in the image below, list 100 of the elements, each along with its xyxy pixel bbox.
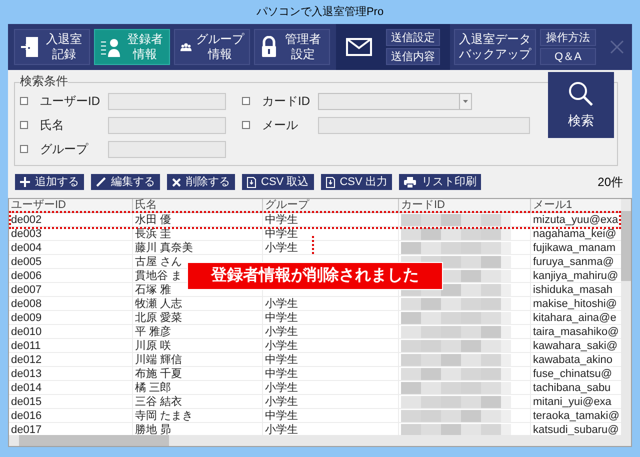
person-list-icon bbox=[100, 36, 122, 58]
table-cell: 中学生 bbox=[265, 312, 298, 324]
table-cell: de009 bbox=[11, 312, 42, 324]
column-header[interactable]: カードID bbox=[399, 199, 531, 212]
pencil-icon bbox=[96, 177, 106, 187]
table-cell: 小学生 bbox=[265, 242, 298, 254]
table-cell: 勝地 昴 bbox=[135, 424, 172, 435]
table-cell: de010 bbox=[11, 326, 42, 338]
table-cell: 布施 千夏 bbox=[135, 368, 182, 380]
table-cell: fujikawa_manam bbox=[533, 242, 616, 254]
table-cell: katsudi_subaru@ bbox=[533, 424, 619, 435]
door-icon bbox=[20, 36, 40, 58]
document-icon bbox=[326, 176, 335, 188]
table-cell: de004 bbox=[11, 242, 42, 254]
checkbox[interactable] bbox=[20, 145, 28, 153]
checkbox[interactable] bbox=[20, 121, 28, 129]
table-cell: kawabata_akino bbox=[533, 354, 613, 366]
close-icon[interactable] bbox=[610, 40, 624, 54]
table-cell: de012 bbox=[11, 354, 42, 366]
table-cell: 三谷 結衣 bbox=[135, 396, 182, 408]
table-cell: 川原 咲 bbox=[135, 340, 172, 352]
table-cell: 石塚 雅 bbox=[135, 284, 172, 296]
table-cell: mizuta_yuu@exa bbox=[533, 214, 618, 226]
table-cell: de013 bbox=[11, 368, 42, 380]
input-field[interactable] bbox=[108, 140, 226, 158]
action-button[interactable]: 削除する bbox=[167, 174, 235, 190]
table-cell: teraoka_tamaki@ bbox=[533, 410, 620, 422]
deleted-toast: 登録者情報が削除されました bbox=[187, 262, 443, 290]
action-button[interactable]: 追加する bbox=[15, 174, 84, 190]
card-id-dropdown[interactable] bbox=[318, 92, 472, 110]
table-cell: kanjiya_mahiru@ bbox=[533, 270, 618, 282]
window-title: パソコンで入退室管理Pro bbox=[256, 4, 384, 20]
column-header[interactable]: 氏名 bbox=[133, 199, 263, 212]
table-cell: 平 雅彦 bbox=[135, 326, 172, 338]
table-cell: de014 bbox=[11, 382, 42, 394]
backup-button[interactable]: 入退室データ バックアップ bbox=[454, 29, 536, 65]
table-cell: taira_masahiko@ bbox=[533, 326, 619, 338]
field-label: メール bbox=[262, 117, 299, 134]
table-cell: de006 bbox=[11, 270, 42, 282]
table-cell: 中学生 bbox=[265, 410, 298, 422]
table-cell: 藤川 真奈美 bbox=[135, 242, 194, 254]
action-button[interactable]: CSV 取込 bbox=[242, 174, 314, 190]
table-cell: 北原 愛菜 bbox=[135, 312, 182, 324]
search-legend: 検索条件 bbox=[20, 74, 68, 88]
search-icon bbox=[568, 80, 594, 106]
input-field[interactable] bbox=[108, 92, 226, 110]
input-field[interactable] bbox=[108, 116, 226, 134]
field-label: グループ bbox=[40, 141, 90, 158]
action-button[interactable]: リスト印刷 bbox=[399, 174, 482, 190]
lock-icon bbox=[260, 36, 278, 58]
caret-icon bbox=[463, 100, 468, 102]
table-cell: 中学生 bbox=[265, 354, 298, 366]
toolbar-tab[interactable]: 管理者 設定 bbox=[254, 29, 330, 65]
table-cell: fuse_chinatsu@ bbox=[533, 368, 612, 380]
table-cell: 小学生 bbox=[265, 424, 298, 435]
record-count: 20件 bbox=[598, 174, 623, 191]
table-cell: de003 bbox=[11, 228, 42, 240]
input-field[interactable] bbox=[318, 116, 530, 134]
column-header[interactable]: ユーザーID bbox=[9, 199, 133, 212]
table-cell: 貫地谷 ま bbox=[135, 270, 182, 282]
table-cell: 古屋 さん bbox=[135, 256, 182, 268]
checkbox[interactable] bbox=[20, 97, 28, 105]
help-button[interactable]: 操作方法 bbox=[540, 29, 596, 46]
checkbox[interactable] bbox=[242, 97, 250, 105]
table-cell: 寺岡 たまき bbox=[135, 410, 194, 422]
mail-button[interactable]: 送信設定 bbox=[386, 29, 440, 46]
cross-icon bbox=[172, 178, 181, 186]
table-cell: tachibana_sabu bbox=[533, 382, 611, 394]
document-icon bbox=[247, 176, 256, 188]
table-cell: furuya_sanma@ bbox=[533, 256, 614, 268]
vertical-scrollbar[interactable] bbox=[621, 199, 631, 435]
help-button[interactable]: Q＆A bbox=[540, 48, 596, 65]
table-cell: 小学生 bbox=[265, 396, 298, 408]
toolbar-tab[interactable]: 入退室 記録 bbox=[14, 29, 90, 65]
leader-line bbox=[312, 236, 314, 254]
horizontal-scrollbar[interactable] bbox=[9, 435, 631, 446]
table-cell: makise_hitoshi@ bbox=[533, 298, 617, 310]
table-cell: mitani_yui@exa bbox=[533, 396, 612, 408]
column-header[interactable]: グループ bbox=[263, 199, 399, 212]
table-cell: de011 bbox=[11, 340, 41, 352]
table-cell: 牧瀬 人志 bbox=[135, 298, 182, 310]
table-cell: de017 bbox=[11, 424, 42, 435]
printer-icon bbox=[404, 176, 416, 188]
table-cell: ishiduka_masah bbox=[533, 284, 612, 296]
table-cell: 小学生 bbox=[265, 326, 298, 338]
action-button[interactable]: 編集する bbox=[91, 174, 160, 190]
table-cell: 中学生 bbox=[265, 368, 298, 380]
toolbar-tab[interactable]: 登録者 情報 bbox=[94, 29, 170, 65]
mail-button[interactable]: 送信内容 bbox=[386, 48, 440, 65]
table-cell: 中学生 bbox=[265, 228, 298, 240]
checkbox[interactable] bbox=[242, 121, 250, 129]
action-button[interactable]: CSV 出力 bbox=[320, 174, 392, 190]
table-cell: kitahara_aina@e bbox=[533, 312, 616, 324]
search-button[interactable]: 検索 bbox=[548, 72, 614, 138]
table-cell: de002 bbox=[11, 214, 42, 226]
table-cell: de016 bbox=[11, 410, 42, 422]
toolbar-tab[interactable]: グループ 情報 bbox=[174, 29, 250, 65]
table-cell: 川端 輝信 bbox=[135, 354, 182, 366]
table-cell: 小学生 bbox=[265, 340, 298, 352]
table-cell: de007 bbox=[11, 284, 42, 296]
